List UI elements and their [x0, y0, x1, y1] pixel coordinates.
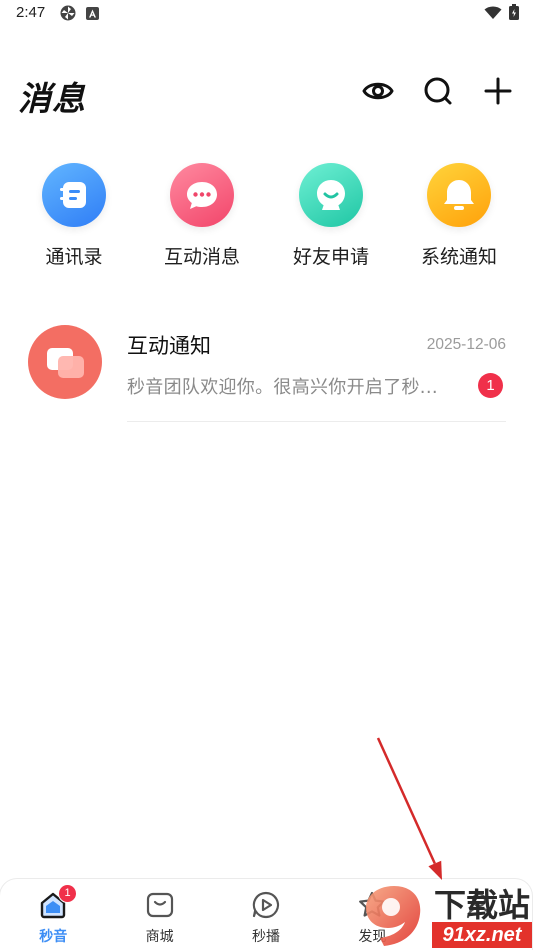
quick-action-interactions[interactable]: 互动消息	[138, 163, 266, 269]
message-date: 2025-12-06	[426, 336, 506, 353]
tab-shop[interactable]: 商城	[106, 879, 212, 950]
quick-action-label: 互动消息	[163, 246, 240, 268]
bell-icon	[427, 163, 491, 227]
message-item[interactable]: 互动通知 2025-12-06 秒音团队欢迎你。很高兴你开启了秒... 1	[0, 318, 534, 422]
eye-button[interactable]	[361, 76, 395, 110]
tab-label: 秒播	[252, 929, 281, 945]
quick-action-friend-requests[interactable]: 好友申请	[267, 163, 395, 269]
tab-label: 秒音	[39, 929, 68, 945]
shop-icon	[144, 889, 176, 921]
tab-label: 我的	[464, 929, 493, 945]
quick-action-label: 好友申请	[292, 246, 369, 268]
tab-badge: 1	[58, 884, 77, 903]
messages-screen: 2:47 消息 通讯录 互动消息 好友申请 系统通知 互动通知 2025-12-…	[0, 0, 534, 950]
plus-icon	[483, 76, 513, 110]
friend-smile-icon	[299, 163, 363, 227]
quick-action-label: 系统通知	[420, 246, 497, 268]
play-icon	[250, 889, 282, 921]
pinwheel-icon	[60, 5, 76, 21]
quick-action-contacts[interactable]: 通讯录	[10, 163, 138, 269]
quick-action-system-notices[interactable]: 系统通知	[395, 163, 523, 269]
unread-badge: 1	[478, 373, 503, 398]
bottom-tab-bar: 1 秒音 商城 秒播 发现 我的	[0, 878, 533, 950]
message-preview: 秒音团队欢迎你。很高兴你开启了秒...	[127, 377, 438, 398]
tab-discover[interactable]: 发现	[319, 879, 425, 950]
a-box-icon	[86, 7, 99, 20]
page-title: 消息	[18, 79, 86, 118]
chat-bubble-icon	[170, 163, 234, 227]
profile-icon	[463, 889, 495, 921]
search-icon	[422, 75, 454, 111]
eye-icon	[361, 74, 395, 112]
wifi-icon	[484, 6, 502, 20]
red-arrow-icon	[376, 737, 442, 880]
add-button[interactable]	[481, 76, 515, 110]
tab-label: 发现	[358, 929, 387, 945]
status-time: 2:47	[16, 4, 46, 21]
tab-miaoyin[interactable]: 1 秒音	[0, 879, 106, 950]
discover-icon	[356, 889, 388, 921]
message-title: 互动通知	[127, 334, 211, 358]
tab-play[interactable]: 秒播	[213, 879, 319, 950]
battery-icon	[509, 4, 519, 20]
contacts-icon	[42, 163, 106, 227]
search-button[interactable]	[421, 76, 455, 110]
interaction-icon	[28, 325, 102, 399]
tab-label: 商城	[145, 929, 174, 945]
divider	[127, 421, 506, 422]
tab-profile[interactable]: 我的	[426, 879, 532, 950]
quick-action-label: 通讯录	[45, 246, 103, 268]
